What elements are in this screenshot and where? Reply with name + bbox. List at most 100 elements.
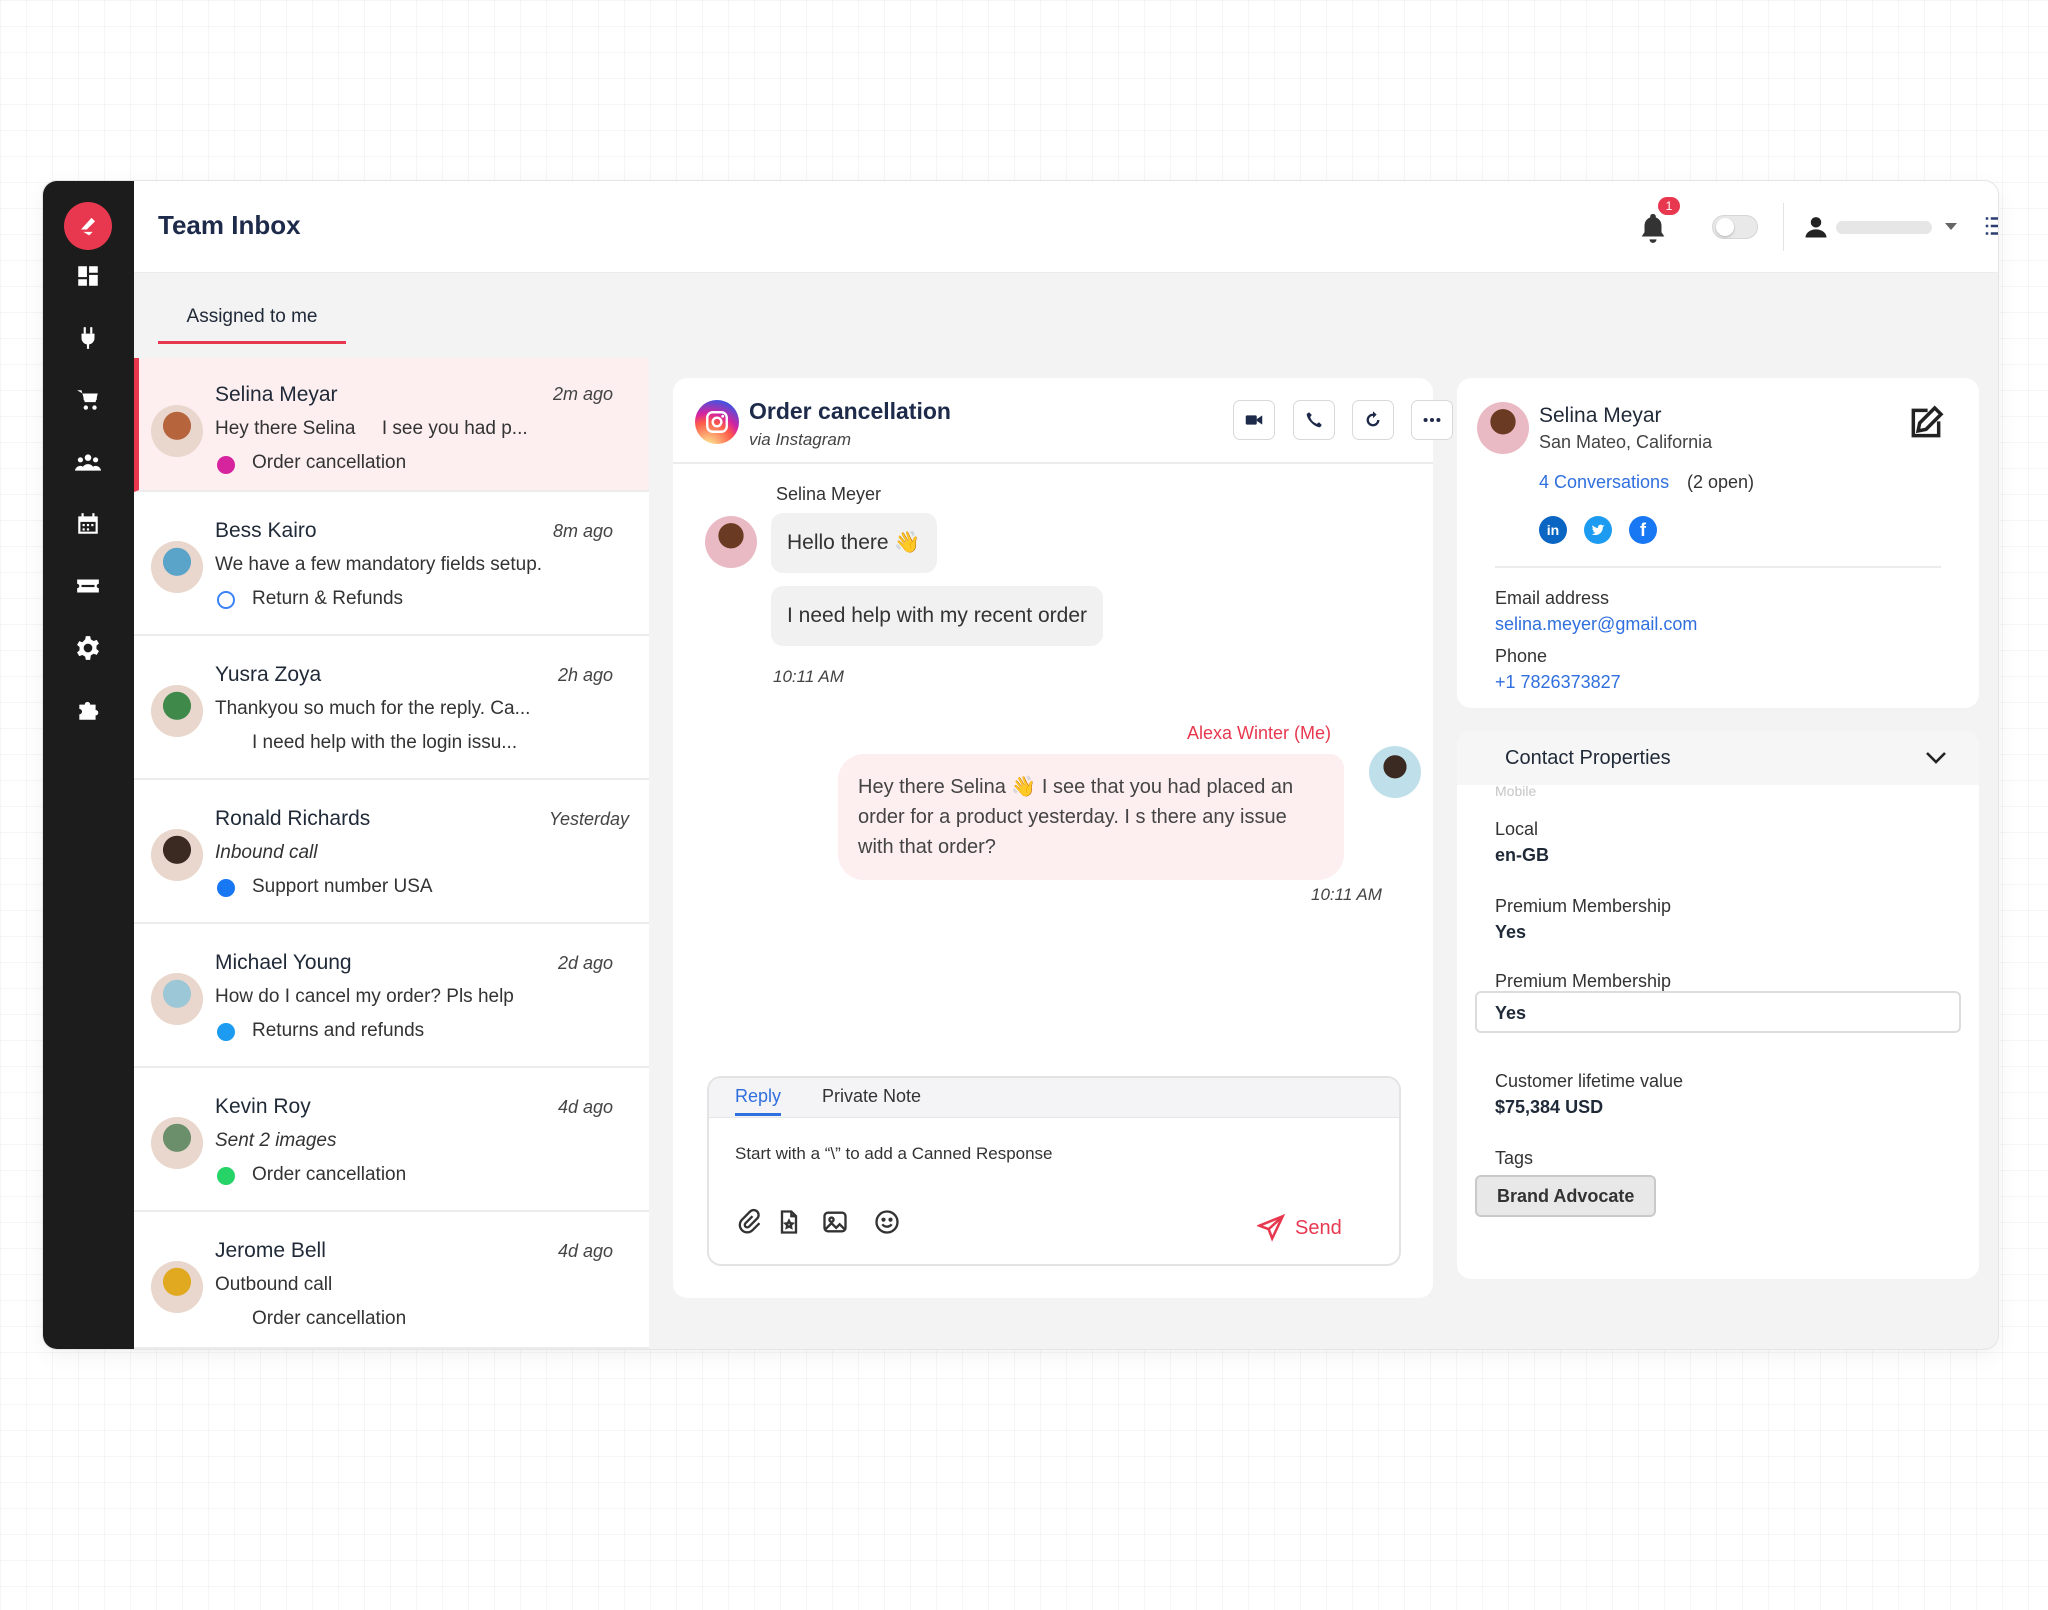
- message-timestamp: 10:11 AM: [1311, 885, 1382, 904]
- canned-response-icon[interactable]: [775, 1208, 803, 1236]
- user-name-placeholder[interactable]: [1836, 221, 1932, 234]
- conversation-item[interactable]: Selina Meyar 2m ago Hey there Selina I see…: [134, 358, 649, 492]
- refresh-button[interactable]: [1352, 400, 1394, 440]
- clv-label: Customer lifetime value: [1495, 1071, 1684, 1091]
- avatar: [151, 541, 203, 593]
- chat-header: Order cancellation via Instagram: [673, 378, 1453, 464]
- list-menu-icon[interactable]: [1982, 211, 1998, 241]
- page-title: Team Inbox: [158, 210, 301, 240]
- image-icon[interactable]: [821, 1208, 849, 1236]
- email-label: Email address: [1495, 588, 1610, 608]
- contact-properties-card: Contact Properties Mobile Local en-GB Pr…: [1457, 731, 1979, 1279]
- more-options-button[interactable]: [1411, 400, 1453, 440]
- user-icon[interactable]: [1802, 213, 1830, 241]
- local-label: Local: [1495, 819, 1539, 839]
- open-count: (2 open): [1687, 472, 1755, 492]
- chat-channel: via Instagram: [749, 430, 852, 449]
- conversation-topic: Order cancellation: [252, 1164, 407, 1185]
- conversation-item[interactable]: Yusra Zoya 2h ago Thankyou so much for the…: [134, 637, 649, 780]
- conversation-topic: Order cancellation: [252, 452, 407, 473]
- linkedin-icon[interactable]: in: [1539, 516, 1567, 544]
- chat-title: Order cancellation: [749, 398, 951, 424]
- tags-label: Tags: [1495, 1148, 1534, 1168]
- status-toggle[interactable]: [1712, 215, 1758, 239]
- avatar: [151, 829, 203, 881]
- clv-value: $75,384 USD: [1495, 1097, 1604, 1117]
- contact-name: Selina Meyar: [1539, 404, 1662, 427]
- tab-private-note[interactable]: Private Note: [822, 1086, 921, 1107]
- conversation-time: 4d ago: [557, 1241, 613, 1261]
- attachment-icon[interactable]: [735, 1208, 763, 1236]
- puzzle-extensions-icon[interactable]: [73, 695, 103, 725]
- email-link[interactable]: selina.meyer@gmail.com: [1495, 614, 1697, 635]
- reply-box: Reply Private Note Start with a “\” to a…: [707, 1076, 1401, 1266]
- cart-icon[interactable]: [73, 385, 103, 415]
- conversation-time: 2h ago: [557, 665, 613, 685]
- chevron-down-icon[interactable]: [1925, 749, 1947, 765]
- tab-reply[interactable]: Reply: [735, 1086, 782, 1116]
- premium-membership-field[interactable]: Yes: [1475, 991, 1961, 1033]
- conversation-item[interactable]: Bess Kairo 8m ago We have a few mandatory …: [134, 493, 649, 636]
- settings-gear-icon[interactable]: [73, 633, 103, 663]
- integrations-plug-icon[interactable]: [73, 323, 103, 353]
- send-paper-plane-icon: [1257, 1214, 1285, 1242]
- message-preview: Thankyou so much for the reply. Ca...: [215, 698, 531, 719]
- contact-name: Kevin Roy: [215, 1095, 311, 1118]
- conversation-time: 8m ago: [552, 521, 613, 541]
- twitter-icon: [217, 1023, 235, 1041]
- chevron-down-icon[interactable]: [1944, 221, 1958, 231]
- top-header: Team Inbox 1: [134, 181, 1998, 272]
- conversation-item[interactable]: Kevin Roy 4d ago Sent 2 images Order cancel…: [134, 1069, 649, 1212]
- tag-chip[interactable]: Brand Advocate: [1475, 1175, 1657, 1217]
- ticket-icon[interactable]: [73, 571, 103, 601]
- contact-name: Selina Meyar: [215, 383, 338, 406]
- contact-name: Ronald Richards: [215, 807, 371, 830]
- send-button[interactable]: Send: [1257, 1214, 1342, 1242]
- brand-logo[interactable]: [64, 202, 112, 250]
- message-timestamp: 10:11 AM: [773, 667, 844, 686]
- conversation-topic: I need help with the login issu...: [252, 732, 518, 753]
- premium-label: Premium Membership: [1495, 896, 1672, 916]
- message-preview: Outbound call: [215, 1274, 333, 1295]
- section-title: Contact Properties: [1505, 747, 1671, 769]
- video-call-button[interactable]: [1233, 400, 1275, 440]
- send-label: Send: [1295, 1216, 1342, 1239]
- conversations-link[interactable]: 4 Conversations: [1539, 472, 1669, 493]
- conversation-item[interactable]: Michael Young 2d ago How do I cancel my or…: [134, 925, 649, 1068]
- more-horizontal-icon: [1423, 417, 1441, 423]
- facebook-icon: [217, 879, 235, 897]
- conversation-item[interactable]: Ronald Richards Yesterday Inbound call Supp…: [134, 781, 649, 924]
- conversation-time: 2d ago: [557, 953, 613, 973]
- agent-name: Alexa Winter (Me): [1187, 723, 1332, 743]
- message-preview: Hey there Selina I see you had p...: [215, 418, 528, 439]
- avatar: [151, 1261, 203, 1313]
- avatar: [1477, 402, 1529, 454]
- incoming-message: I need help with my recent order: [771, 586, 1103, 646]
- premium-field-label: Premium Membership: [1495, 971, 1672, 991]
- phone-call-button[interactable]: [1293, 400, 1335, 440]
- premium-value: Yes: [1495, 922, 1527, 942]
- instagram-icon: [695, 400, 739, 444]
- dashboard-icon[interactable]: [73, 261, 103, 291]
- reply-input[interactable]: Start with a “\” to add a Canned Respons…: [735, 1144, 1053, 1164]
- video-camera-icon: [1245, 415, 1263, 425]
- phone-link[interactable]: +1 7826373827: [1495, 672, 1621, 693]
- team-icon[interactable]: [73, 447, 103, 477]
- contact-card: Selina Meyar San Mateo, California 4 Con…: [1457, 378, 1979, 708]
- emoji-icon[interactable]: [873, 1208, 901, 1236]
- facebook-icon[interactable]: f: [1629, 516, 1657, 544]
- conversation-time: 4d ago: [557, 1097, 613, 1117]
- twitter-icon[interactable]: [1584, 516, 1612, 544]
- notification-bell-icon[interactable]: [1636, 211, 1670, 245]
- conversation-item[interactable]: Jerome Bell 4d ago Outbound call Order canc…: [134, 1213, 649, 1349]
- edit-icon[interactable]: [1907, 404, 1945, 442]
- local-value: en-GB: [1495, 845, 1549, 865]
- instagram-icon: [217, 456, 235, 474]
- reply-tabs: Reply Private Note: [709, 1078, 1399, 1118]
- message-preview: Sent 2 images: [215, 1130, 337, 1151]
- calendar-icon[interactable]: [73, 509, 103, 539]
- tab-assigned-to-me[interactable]: Assigned to me: [158, 306, 346, 344]
- message-preview: Inbound call: [215, 842, 318, 863]
- refresh-icon: [1366, 411, 1380, 427]
- contact-properties-header[interactable]: Contact Properties: [1457, 731, 1979, 785]
